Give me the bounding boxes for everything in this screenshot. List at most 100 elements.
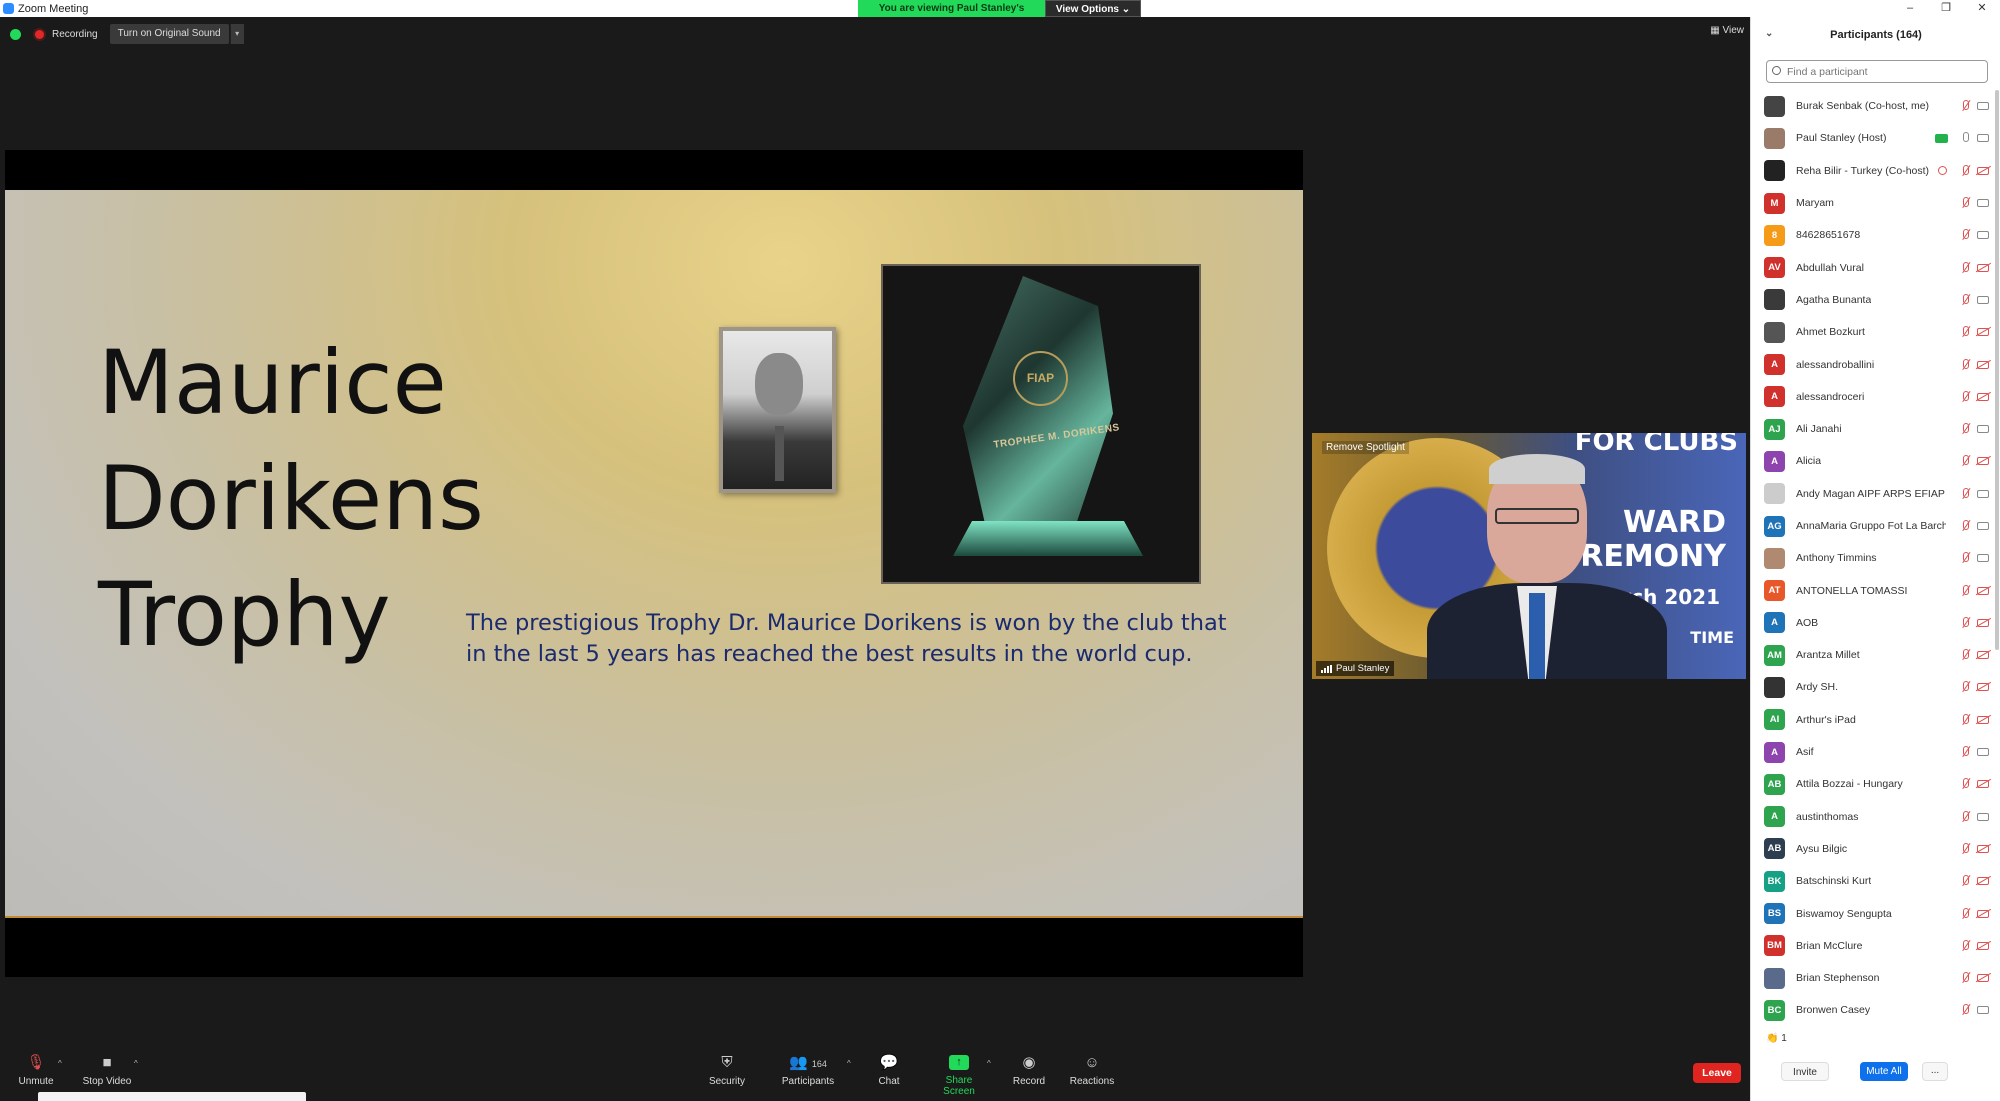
muted-mic-icon[interactable] — [1960, 293, 1970, 306]
original-sound-button[interactable]: Turn on Original Sound — [109, 24, 229, 44]
muted-mic-icon[interactable] — [1960, 164, 1970, 177]
view-options-button[interactable]: View Options ⌄ — [1045, 0, 1141, 17]
video-camera-icon[interactable] — [1977, 489, 1989, 498]
participant-row[interactable]: Aalessandroceri — [1751, 381, 2000, 413]
video-off-icon[interactable] — [1977, 586, 1989, 595]
video-options-caret-icon[interactable]: ^ — [134, 1059, 138, 1068]
participant-row[interactable]: Paul Stanley (Host) — [1751, 122, 2000, 154]
participant-row[interactable]: AT ANTONELLA TOMASSI — [1751, 574, 2000, 606]
video-off-icon[interactable] — [1977, 683, 1989, 692]
original-sound-dropdown-icon[interactable]: ▾ — [229, 24, 244, 44]
restore-button[interactable]: ❐ — [1928, 0, 1964, 17]
participant-row[interactable]: Burak Senbak (Co-host, me) — [1751, 90, 2000, 122]
video-off-icon[interactable] — [1977, 877, 1989, 886]
muted-mic-icon[interactable] — [1960, 681, 1970, 693]
video-camera-icon[interactable] — [1977, 199, 1989, 208]
speaker-video[interactable]: FOR CLUBS WARD REMONY March 2021 TIME Re… — [1312, 433, 1746, 679]
participant-row[interactable]: BM Brian McClure — [1751, 930, 2000, 962]
participant-row[interactable]: Aaustinthomas — [1751, 801, 2000, 833]
participant-row[interactable]: AV Abdullah Vural — [1751, 251, 2000, 283]
muted-mic-icon[interactable] — [1960, 939, 1970, 952]
muted-mic-icon[interactable] — [1960, 261, 1970, 274]
security-button[interactable]: ⛨ Security — [707, 1055, 747, 1088]
unmute-button[interactable]: 🎙 Unmute — [16, 1055, 56, 1088]
video-camera-icon[interactable] — [1977, 748, 1989, 757]
video-camera-icon[interactable] — [1977, 295, 1989, 304]
participant-row[interactable]: AG AnnaMaria Gruppo Fot La Barch... — [1751, 510, 2000, 542]
muted-mic-icon[interactable] — [1960, 616, 1970, 629]
video-off-icon[interactable] — [1977, 360, 1989, 369]
reactions-button[interactable]: ☺ Reactions — [1069, 1055, 1115, 1088]
muted-mic-icon[interactable] — [1960, 520, 1970, 532]
participant-row[interactable]: Reha Bilir - Turkey (Co-host) — [1751, 155, 2000, 187]
video-off-icon[interactable] — [1977, 715, 1989, 724]
participant-row[interactable]: BK Batschinski Kurt — [1751, 865, 2000, 897]
video-camera-icon[interactable] — [1977, 1006, 1989, 1015]
video-off-icon[interactable] — [1977, 844, 1989, 853]
video-off-icon[interactable] — [1977, 651, 1989, 660]
participants-caret-icon[interactable]: ^ — [847, 1059, 851, 1068]
video-camera-icon[interactable] — [1977, 522, 1989, 530]
participant-row[interactable]: AJ Ali Janahi — [1751, 413, 2000, 445]
video-off-icon[interactable] — [1977, 328, 1989, 337]
participant-row[interactable]: AB Aysu Bilgic — [1751, 833, 2000, 865]
muted-mic-icon[interactable] — [1960, 875, 1970, 887]
muted-mic-icon[interactable] — [1960, 229, 1970, 241]
video-camera-icon[interactable] — [1977, 425, 1989, 434]
participant-row[interactable]: BC Bronwen Casey — [1751, 994, 2000, 1026]
share-screen-button[interactable]: ↑ Share Screen — [930, 1055, 988, 1097]
chat-button[interactable]: 💬 Chat — [874, 1055, 904, 1088]
mic-icon[interactable] — [1960, 132, 1970, 144]
muted-mic-icon[interactable] — [1960, 487, 1970, 500]
muted-mic-icon[interactable] — [1960, 649, 1970, 661]
audio-options-caret-icon[interactable]: ^ — [58, 1059, 62, 1068]
participant-row[interactable]: AI Arthur's iPad — [1751, 704, 2000, 736]
muted-mic-icon[interactable] — [1960, 746, 1970, 758]
video-off-icon[interactable] — [1977, 457, 1989, 466]
muted-mic-icon[interactable] — [1960, 713, 1970, 726]
participant-row[interactable]: Andy Magan AIPF ARPS EFIAP — [1751, 478, 2000, 510]
video-off-icon[interactable] — [1977, 780, 1989, 789]
view-button[interactable]: ▦ View — [1710, 25, 1744, 36]
video-camera-icon[interactable] — [1977, 231, 1989, 240]
invite-button[interactable]: Invite — [1781, 1062, 1829, 1081]
video-camera-icon[interactable] — [1977, 134, 1989, 143]
muted-mic-icon[interactable] — [1960, 1004, 1970, 1016]
muted-mic-icon[interactable] — [1960, 390, 1970, 403]
participant-row[interactable]: AB Attila Bozzai - Hungary — [1751, 768, 2000, 800]
encryption-shield-icon[interactable] — [10, 28, 21, 40]
muted-mic-icon[interactable] — [1960, 552, 1970, 564]
muted-mic-icon[interactable] — [1960, 810, 1970, 823]
video-camera-icon[interactable] — [1977, 554, 1989, 563]
video-camera-icon[interactable] — [1977, 812, 1989, 821]
participant-row[interactable]: Aalessandroballini — [1751, 348, 2000, 380]
muted-mic-icon[interactable] — [1960, 358, 1970, 371]
participant-row[interactable]: Anthony Timmins — [1751, 542, 2000, 574]
leave-button[interactable]: Leave — [1693, 1063, 1741, 1083]
close-button[interactable]: ✕ — [1964, 0, 2000, 17]
muted-mic-icon[interactable] — [1960, 197, 1970, 209]
video-off-icon[interactable] — [1977, 263, 1989, 272]
participant-search-input[interactable] — [1766, 60, 1988, 83]
video-off-icon[interactable] — [1977, 392, 1989, 401]
video-camera-icon[interactable] — [1977, 102, 1989, 111]
collapse-chevron-icon[interactable]: ⌄ — [1765, 28, 1773, 39]
participant-row[interactable]: A Asif — [1751, 736, 2000, 768]
muted-mic-icon[interactable] — [1960, 907, 1970, 920]
muted-mic-icon[interactable] — [1960, 423, 1970, 435]
muted-mic-icon[interactable] — [1960, 326, 1970, 338]
participant-row[interactable]: Agatha Bunanta — [1751, 284, 2000, 316]
share-options-caret-icon[interactable]: ^ — [987, 1059, 991, 1068]
participant-row[interactable]: M Maryam — [1751, 187, 2000, 219]
participant-row[interactable]: A Alicia — [1751, 445, 2000, 477]
participant-row[interactable]: Ahmet Bozkurt — [1751, 316, 2000, 348]
participant-list-scrollbar[interactable] — [1995, 90, 1999, 650]
minimize-button[interactable]: – — [1892, 0, 1928, 17]
record-button[interactable]: ◉ Record — [1012, 1055, 1046, 1088]
video-off-icon[interactable] — [1977, 166, 1989, 175]
video-off-icon[interactable] — [1977, 909, 1989, 918]
participant-row[interactable]: A AOB — [1751, 607, 2000, 639]
stop-video-button[interactable]: ■ Stop Video — [82, 1055, 132, 1088]
muted-mic-icon[interactable] — [1960, 584, 1970, 597]
video-off-icon[interactable] — [1977, 974, 1989, 983]
